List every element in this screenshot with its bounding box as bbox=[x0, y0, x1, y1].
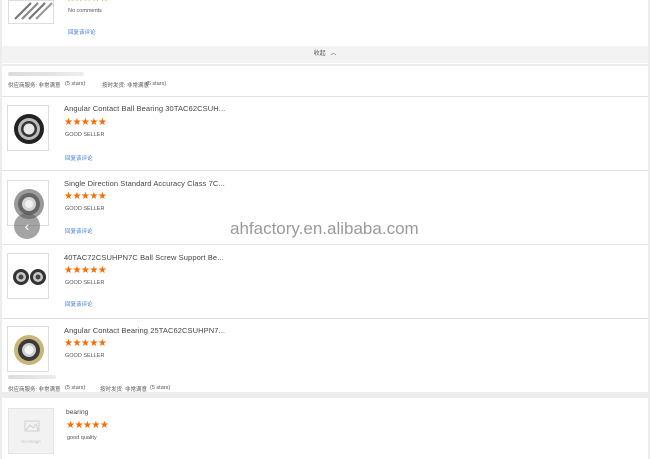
star-rating: ★★★★★ bbox=[66, 420, 109, 431]
reply-link[interactable]: 回复该评论 bbox=[65, 300, 93, 308]
collapse-label: 收起 bbox=[313, 51, 326, 57]
bearing-pair-image bbox=[13, 269, 46, 285]
ontime-stars: (5 stars) bbox=[150, 385, 171, 391]
supplier-service-rating: 供应商服务: 非常满意 bbox=[8, 83, 61, 89]
product-thumbnail[interactable] bbox=[7, 326, 49, 372]
product-thumbnail-rods[interactable] bbox=[8, 0, 54, 24]
watermark: ahfactory.en.alibaba.com bbox=[230, 219, 419, 238]
product-thumbnail[interactable] bbox=[7, 253, 49, 299]
blurred-username bbox=[8, 375, 56, 379]
product-thumbnail-placeholder[interactable]: No Image bbox=[8, 408, 54, 454]
comment-text: No comments bbox=[68, 8, 102, 14]
product-title[interactable]: 40TAC72CSUHPN7C Ball Screw Support Be... bbox=[64, 253, 224, 262]
rods-image bbox=[14, 2, 53, 20]
ontime-stars: (5 stars) bbox=[146, 81, 167, 87]
star-rating: ★★★★★ bbox=[64, 265, 107, 276]
review-text: GOOD SELLER bbox=[65, 206, 105, 212]
product-title[interactable]: bearing bbox=[66, 409, 88, 416]
image-placeholder-icon bbox=[24, 420, 40, 432]
reply-link[interactable]: 回复该评论 bbox=[65, 227, 93, 235]
bearing-image bbox=[14, 114, 44, 144]
supplier-service-stars: (5 stars) bbox=[65, 385, 86, 391]
reply-link[interactable]: 回复该评论 bbox=[65, 154, 93, 162]
product-thumbnail[interactable] bbox=[7, 105, 49, 151]
supplier-service-stars: (5 stars) bbox=[65, 81, 86, 87]
star-rating: ★★★★★ bbox=[66, 0, 109, 4]
top-review-panel: ★★★★★ No comments 回复该评论 收起 ︿ bbox=[2, 0, 648, 64]
review-text: GOOD SELLER bbox=[65, 132, 105, 138]
no-image-label: No Image bbox=[21, 439, 41, 444]
review-text: good quality bbox=[67, 435, 97, 441]
collapse-button[interactable]: 收起 ︿ bbox=[2, 46, 648, 63]
ontime-rating: 按时发货: 非常满意 bbox=[102, 83, 150, 89]
review-text: GOOD SELLER bbox=[65, 280, 105, 286]
chevron-up-icon: ︿ bbox=[330, 51, 337, 57]
bearing-image bbox=[14, 335, 44, 365]
star-rating: ★★★★★ bbox=[64, 191, 107, 202]
carousel-prev-button[interactable]: ‹ bbox=[14, 213, 40, 239]
product-title[interactable]: Angular Contact Ball Bearing 30TAC62CSUH… bbox=[64, 104, 225, 113]
ontime-rating: 按时发货: 非常满意 bbox=[100, 387, 148, 393]
review-group-header: 供应商服务: 非常满意 (5 stars) 按时发货: 非常满意 (5 star… bbox=[2, 66, 648, 96]
star-rating: ★★★★★ bbox=[64, 117, 107, 128]
reply-link[interactable]: 回复该评论 bbox=[68, 28, 96, 36]
product-title[interactable]: Single Direction Standard Accuracy Class… bbox=[64, 179, 225, 188]
review-text: GOOD SELLER bbox=[65, 353, 105, 359]
blurred-username bbox=[8, 72, 84, 76]
star-rating: ★★★★★ bbox=[64, 338, 107, 349]
chevron-left-icon: ‹ bbox=[24, 218, 30, 234]
supplier-service-rating: 供应商服务: 非常满意 bbox=[8, 387, 61, 393]
product-title[interactable]: Angular Contact Bearing 25TAC62CSUHPN7..… bbox=[64, 326, 225, 335]
